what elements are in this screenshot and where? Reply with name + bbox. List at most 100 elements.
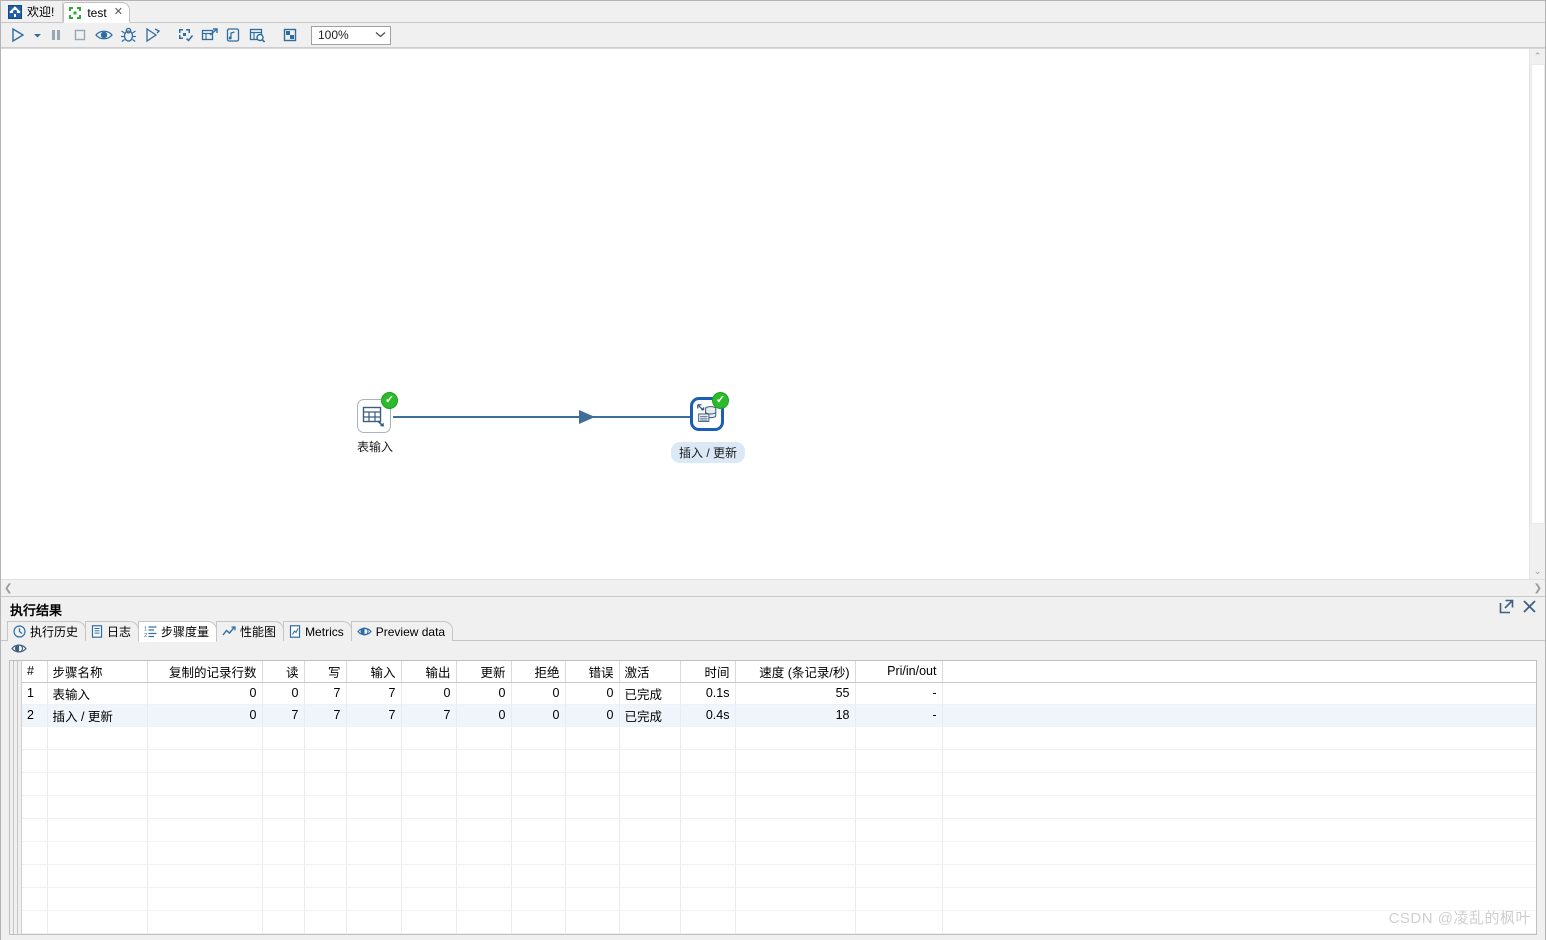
cell-empty (511, 910, 566, 934)
table-row-empty[interactable] (22, 818, 1536, 842)
step-icon-box[interactable]: ✓ (357, 392, 398, 433)
tab-performance-graph[interactable]: 性能图 (216, 621, 285, 641)
column-header-speed[interactable]: 速度 (条记录/秒) (735, 661, 856, 683)
verify-button[interactable] (173, 24, 197, 46)
table-row-empty[interactable] (22, 749, 1536, 773)
pause-button[interactable] (44, 24, 68, 46)
close-panel-button[interactable] (1522, 599, 1537, 619)
close-icon (1523, 600, 1536, 613)
cell-num: 2 (22, 704, 48, 727)
impact-analysis-button[interactable] (197, 24, 221, 46)
cell-empty (942, 841, 1536, 865)
table-row-empty[interactable] (22, 772, 1536, 796)
cell-empty (401, 864, 457, 888)
cell-empty (735, 841, 856, 865)
cell-empty (304, 772, 347, 796)
column-header-num[interactable]: # (22, 661, 48, 683)
cell-empty (262, 726, 305, 750)
editor-tab-label: 欢迎! (27, 5, 55, 19)
cell-empty (511, 772, 566, 796)
cell-empty (304, 841, 347, 865)
column-header-rejected[interactable]: 拒绝 (511, 661, 566, 683)
table-row-empty[interactable] (22, 887, 1536, 911)
canvas-horizontal-scrollbar[interactable]: ❮ ❯ (1, 579, 1545, 596)
tab-log[interactable]: 日志 (85, 621, 140, 641)
table-row[interactable]: 2 插入 / 更新 0 7 7 7 7 0 0 0 已完成 0.4s 18- (22, 704, 1536, 727)
cell-empty (456, 864, 512, 888)
sql-button[interactable] (221, 24, 245, 46)
grid-scroll-region[interactable]: # 步骤名称 复制的记录行数读写输入 输出 更新 拒绝 错误 激活 时间 速度 (条记录/秒) Pr… (22, 661, 1536, 934)
vertical-scroll-thumb[interactable] (1531, 64, 1545, 524)
cell-empty (735, 887, 856, 911)
execution-results-panel: 执行结果 执行历史 日志 1 2 步骤度量 性能图 Metrics Previe… (1, 596, 1545, 940)
step-table-input[interactable]: ✓ 表输入 (357, 392, 398, 455)
column-header-pad[interactable] (942, 661, 1536, 683)
column-header-input[interactable]: 输入 (346, 661, 402, 683)
column-header-copied[interactable]: 复制的记录行数 (147, 661, 263, 683)
table-row-empty[interactable] (22, 795, 1536, 819)
table-row-empty[interactable] (22, 841, 1536, 865)
pause-icon (52, 30, 60, 40)
table-row-empty[interactable] (22, 726, 1536, 750)
cell-empty (147, 864, 263, 888)
close-icon[interactable]: ✕ (114, 7, 123, 18)
column-header-output[interactable]: 输出 (401, 661, 457, 683)
run-button[interactable] (6, 24, 30, 46)
canvas-vertical-scrollbar[interactable]: ⌃ ⌄ (1529, 49, 1545, 579)
toggle-visible-button[interactable] (11, 642, 27, 660)
show-grid-button[interactable] (278, 24, 302, 46)
transformation-check-icon (178, 29, 193, 42)
column-header-updated[interactable]: 更新 (456, 661, 512, 683)
table-row-empty[interactable] (22, 910, 1536, 934)
preview-button[interactable] (92, 24, 116, 46)
cell-empty (304, 726, 347, 750)
cell-empty (147, 749, 263, 773)
cell-updated: 0 (456, 682, 512, 705)
cell-empty (304, 795, 347, 819)
tab-metrics[interactable]: Metrics (283, 621, 352, 641)
tab-step-metrics[interactable]: 1 2 步骤度量 (138, 621, 218, 642)
cell-written: 7 (304, 682, 347, 705)
scroll-down-arrow-icon[interactable]: ⌄ (1530, 564, 1545, 579)
debug-button[interactable] (116, 24, 140, 46)
results-toolbar (1, 641, 1545, 660)
table-row-empty[interactable] (22, 864, 1536, 888)
cell-pad (942, 682, 1536, 705)
step-metrics-grid[interactable]: # 步骤名称 复制的记录行数读写输入 输出 更新 拒绝 错误 激活 时间 速度 (条记录/秒) Pr… (9, 660, 1537, 935)
scroll-right-arrow-icon[interactable]: ❯ (1534, 583, 1542, 594)
editor-tab-welcome[interactable]: 欢迎! (3, 1, 64, 22)
step-icon-box[interactable]: ✓ (690, 392, 729, 431)
chevron-down-icon[interactable] (375, 30, 386, 40)
editor-tab-test[interactable]: test ✕ (63, 2, 130, 23)
maximize-panel-button[interactable] (1499, 599, 1514, 619)
explore-db-button[interactable] (245, 24, 269, 46)
tab-label: 步骤度量 (161, 625, 210, 639)
tab-label: 执行历史 (30, 625, 79, 639)
column-header-time[interactable]: 时间 (680, 661, 736, 683)
hop-connector-line[interactable] (393, 416, 693, 418)
replay-button[interactable] (140, 24, 164, 46)
bug-icon (120, 27, 136, 42)
step-insert-update[interactable]: ✓ 插入 / 更新 (670, 392, 748, 463)
scroll-up-arrow-icon[interactable]: ⌃ (1530, 49, 1545, 64)
cell-empty (262, 749, 305, 773)
svg-text:2: 2 (144, 633, 147, 638)
checker-square-icon (283, 28, 297, 42)
column-header-read[interactable]: 读 (262, 661, 305, 683)
column-header-pri[interactable]: Pri/in/out (855, 661, 943, 683)
run-dropdown-button[interactable] (30, 24, 44, 46)
zoom-level-combobox[interactable]: 100% (311, 25, 391, 45)
tab-preview-data[interactable]: Preview data (350, 621, 454, 641)
cell-speed: 18 (735, 704, 856, 727)
scroll-left-arrow-icon[interactable]: ❮ (4, 583, 12, 594)
tab-label: 日志 (107, 625, 132, 639)
cell-empty (735, 726, 856, 750)
transformation-canvas[interactable]: ✓ 表输入 ✓ 插入 / 更新 (1, 49, 1529, 579)
stop-button[interactable] (68, 24, 92, 46)
column-header-errors[interactable]: 错误 (565, 661, 620, 683)
column-header-written[interactable]: 写 (304, 661, 347, 683)
tab-execution-history[interactable]: 执行历史 (7, 621, 87, 641)
column-header-active[interactable]: 激活 (619, 661, 681, 683)
column-header-step[interactable]: 步骤名称 (47, 661, 148, 683)
table-row[interactable]: 1 表输入 0 0 7 7 0 0 0 0 已完成 0.1s 55- (22, 682, 1536, 705)
